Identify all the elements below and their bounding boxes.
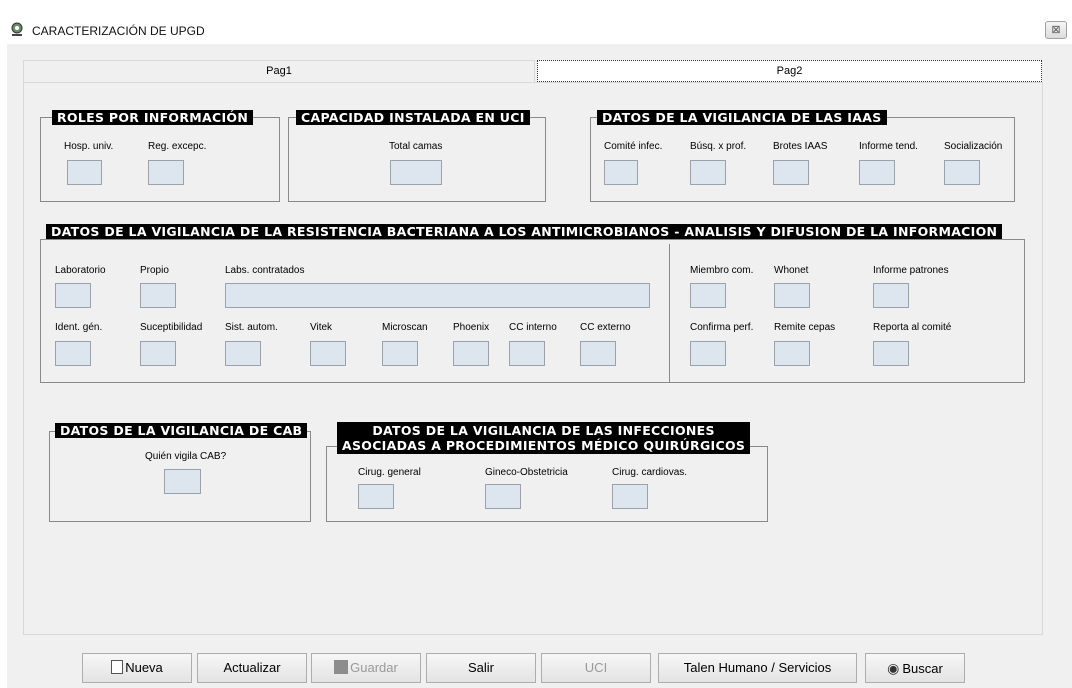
gineco-obstetricia-label: Gineco-Obstetricia xyxy=(485,467,568,478)
reporta-comite-label: Reporta al comité xyxy=(873,322,952,333)
reg-excepc-field[interactable] xyxy=(148,160,184,185)
brotes-iaas-field[interactable] xyxy=(773,160,809,185)
app-icon xyxy=(11,22,23,36)
suceptibilidad-label: Suceptibilidad xyxy=(140,322,203,333)
reporta-comite-field[interactable] xyxy=(873,341,909,366)
remite-cepas-field[interactable] xyxy=(774,341,810,366)
suceptibilidad-field[interactable] xyxy=(140,341,176,366)
total-camas-field[interactable] xyxy=(390,160,442,185)
propio-field[interactable] xyxy=(140,283,176,308)
cirug-cardiovas-label: Cirug. cardiovas. xyxy=(612,467,688,478)
tab-pag1-label: Pag1 xyxy=(266,65,292,77)
infecciones-title-line2: ASOCIADAS A PROCEDIMIENTOS MÉDICO QUIRÚR… xyxy=(342,438,746,453)
remite-cepas-label: Remite cepas xyxy=(774,322,836,333)
guardar-label: Guardar xyxy=(350,660,398,675)
busq-prof-label: Búsq. x prof. xyxy=(690,141,747,152)
cc-externo-field[interactable] xyxy=(580,341,616,366)
informe-patrones-label: Informe patrones xyxy=(873,265,949,276)
cirug-cardiovas-field[interactable] xyxy=(612,484,648,509)
busq-prof-field[interactable] xyxy=(690,160,726,185)
new-document-icon xyxy=(111,660,124,674)
uci-button[interactable]: UCI xyxy=(541,653,651,683)
vitek-label: Vitek xyxy=(310,322,333,333)
miembro-com-field[interactable] xyxy=(690,283,726,308)
infecciones-title-line1: DATOS DE LA VIGILANCIA DE LAS INFECCIONE… xyxy=(372,423,715,438)
tab-pag2-label: Pag2 xyxy=(776,65,803,77)
propio-label: Propio xyxy=(140,265,169,276)
nueva-button[interactable]: Nueva xyxy=(82,653,192,683)
buscar-label: Buscar xyxy=(902,661,943,676)
miembro-com-label: Miembro com. xyxy=(690,265,754,276)
nueva-label: Nueva xyxy=(125,660,163,675)
hosp-univ-label: Hosp. univ. xyxy=(64,141,114,152)
microscan-label: Microscan xyxy=(382,322,428,333)
microscan-field[interactable] xyxy=(382,341,418,366)
save-icon xyxy=(334,660,349,674)
sist-autom-label: Sist. autom. xyxy=(225,322,278,333)
socializacion-field[interactable] xyxy=(944,160,980,185)
phoenix-label: Phoenix xyxy=(453,322,490,333)
actualizar-label: Actualizar xyxy=(223,660,281,675)
socializacion-label: Socialización xyxy=(944,141,1003,152)
ident-gen-field[interactable] xyxy=(55,341,91,366)
resistencia-divider xyxy=(669,244,670,382)
total-camas-label: Total camas xyxy=(389,141,443,152)
cc-externo-label: CC externo xyxy=(580,322,631,333)
actualizar-button[interactable]: Actualizar xyxy=(197,653,307,683)
talen-humano-button[interactable]: Talen Humano / Servicios xyxy=(658,653,857,683)
cirug-general-label: Cirug. general xyxy=(358,467,421,478)
informe-tend-label: Informe tend. xyxy=(859,141,918,152)
talen-humano-label: Talen Humano / Servicios xyxy=(683,660,832,675)
laboratorio-field[interactable] xyxy=(55,283,91,308)
whonet-label: Whonet xyxy=(774,265,809,276)
cc-interno-field[interactable] xyxy=(509,341,545,366)
confirma-perf-label: Confirma perf. xyxy=(690,322,754,333)
comite-infec-label: Comité infec. xyxy=(604,141,663,152)
salir-label: Salir xyxy=(467,660,494,675)
resistencia-title: DATOS DE LA VIGILANCIA DE LA RESISTENCIA… xyxy=(46,224,1003,239)
confirma-perf-field[interactable] xyxy=(690,341,726,366)
cirug-general-field[interactable] xyxy=(358,484,394,509)
roles-title: ROLES POR INFORMACIÓN xyxy=(52,110,254,125)
whonet-field[interactable] xyxy=(774,283,810,308)
sist-autom-field[interactable] xyxy=(225,341,261,366)
tab-pag2[interactable]: Pag2 xyxy=(537,60,1042,82)
ident-gen-label: Ident. gén. xyxy=(55,322,103,333)
labs-contratados-label: Labs. contratados xyxy=(225,265,305,276)
quien-vigila-cab-label: Quién vigila CAB? xyxy=(145,451,227,462)
phoenix-field[interactable] xyxy=(453,341,489,366)
informe-patrones-field[interactable] xyxy=(873,283,909,308)
labs-contratados-field[interactable] xyxy=(225,283,650,308)
window-title: CARACTERIZACIÓN DE UPGD xyxy=(32,24,205,38)
infecciones-title: DATOS DE LA VIGILANCIA DE LAS INFECCIONE… xyxy=(337,422,751,454)
iaas-title: DATOS DE LA VIGILANCIA DE LAS IAAS xyxy=(597,110,887,125)
quien-vigila-cab-field[interactable] xyxy=(164,469,201,494)
cc-interno-label: CC interno xyxy=(509,322,557,333)
close-button[interactable]: ⊠ xyxy=(1045,21,1067,39)
tab-pag1[interactable]: Pag1 xyxy=(23,60,535,82)
gineco-obstetricia-field[interactable] xyxy=(485,484,521,509)
binoculars-icon: ◉ xyxy=(887,660,900,676)
buscar-button[interactable]: ◉ Buscar xyxy=(865,653,965,683)
brotes-iaas-label: Brotes IAAS xyxy=(773,141,828,152)
hosp-univ-field[interactable] xyxy=(67,160,102,185)
guardar-button[interactable]: Guardar xyxy=(311,653,421,683)
informe-tend-field[interactable] xyxy=(859,160,895,185)
vitek-field[interactable] xyxy=(310,341,346,366)
comite-infec-field[interactable] xyxy=(604,160,638,185)
uci-label: UCI xyxy=(584,660,608,675)
salir-button[interactable]: Salir xyxy=(426,653,536,683)
uci-title: CAPACIDAD INSTALADA EN UCI xyxy=(296,110,530,125)
laboratorio-label: Laboratorio xyxy=(55,265,106,276)
cab-title: DATOS DE LA VIGILANCIA DE CAB xyxy=(55,423,308,438)
reg-excepc-label: Reg. excepc. xyxy=(148,141,207,152)
